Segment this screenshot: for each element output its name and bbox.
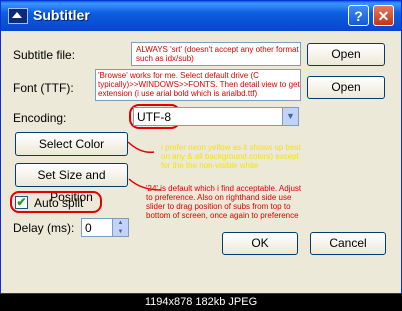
delay-value: 0 <box>85 221 92 235</box>
font-note: 'Browse' works for me. Select default dr… <box>98 71 300 98</box>
help-button[interactable]: ? <box>348 5 369 26</box>
color-note: i prefer neon yellow as it shows up best… <box>161 143 301 170</box>
subtitle-file-label: Subtitle file: <box>13 48 76 62</box>
open-font-button[interactable]: Open <box>307 76 385 99</box>
encoding-select[interactable]: UTF-8 ▼ <box>133 107 299 126</box>
encoding-value: UTF-8 <box>137 110 171 124</box>
chevron-down-icon[interactable]: ▼ <box>282 108 298 125</box>
close-button[interactable]: ✕ <box>373 5 394 26</box>
window-title: Subtitler <box>33 7 90 23</box>
color-note-area: i prefer neon yellow as it shows up best… <box>149 140 301 170</box>
spin-up-icon[interactable]: ▲ <box>112 219 128 228</box>
set-size-position-button[interactable]: Set Size and Position <box>15 163 128 204</box>
auto-split-label: Auto split <box>34 196 84 210</box>
ok-button[interactable]: OK <box>222 232 298 255</box>
app-icon <box>8 8 28 24</box>
auto-split-checkbox[interactable]: ✔ <box>15 196 28 209</box>
open-subtitle-button[interactable]: Open <box>307 43 385 66</box>
delay-label: Delay (ms): <box>13 221 75 235</box>
cancel-button[interactable]: Cancel <box>310 232 386 255</box>
subtitler-window: Subtitler ? ✕ Subtitle file: ALWAYS 'srt… <box>0 0 402 294</box>
size-note: '24' is default which i find acceptable.… <box>146 184 302 220</box>
font-label: Font (TTF): <box>13 81 74 95</box>
title-bar[interactable]: Subtitler ? ✕ <box>1 1 401 31</box>
subtitle-file-field[interactable]: ALWAYS 'srt' (doesn't accept any other f… <box>131 42 301 66</box>
select-color-button[interactable]: Select Color <box>15 132 128 156</box>
spin-down-icon[interactable]: ▼ <box>112 228 128 236</box>
subtitle-note: ALWAYS 'srt' (doesn't accept any other f… <box>136 45 299 63</box>
delay-stepper[interactable]: 0 ▲ ▼ <box>81 218 129 237</box>
font-field[interactable]: 'Browse' works for me. Select default dr… <box>95 69 301 101</box>
image-caption: 1194x878 182kb JPEG <box>0 294 402 311</box>
encoding-label: Encoding: <box>13 111 67 125</box>
